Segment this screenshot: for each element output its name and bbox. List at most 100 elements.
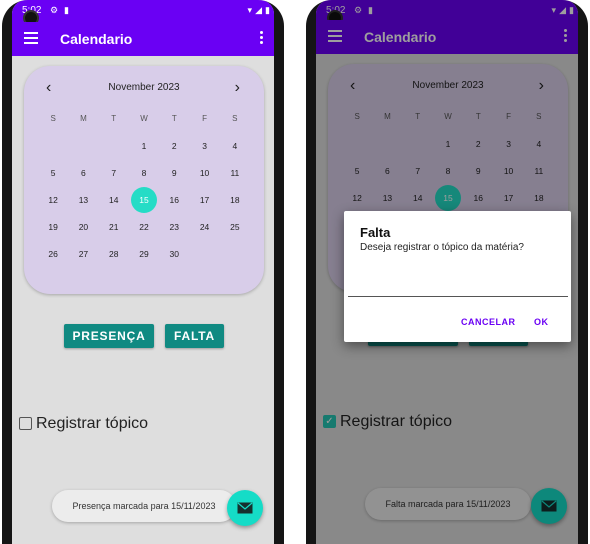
email-icon xyxy=(237,502,253,514)
calendar-day[interactable]: 6 xyxy=(68,159,98,186)
calendar-empty-cell xyxy=(189,240,219,267)
calendar: ‹ November 2023 › SMTWTFS 1 2 3 4 5 6 7 8 9 10 11 1… xyxy=(24,66,264,294)
falta-dialog: Falta Deseja registrar o tópico da matér… xyxy=(344,211,571,342)
calendar-day[interactable]: 1 xyxy=(129,132,159,159)
calendar-day[interactable]: 2 xyxy=(159,132,189,159)
falta-button[interactable]: FALTA xyxy=(165,324,224,348)
topic-input[interactable] xyxy=(348,296,568,297)
screen-left: 5:02 ⚙ ▮ ▾ ◢ ▮ Calendario ‹ November 202… xyxy=(12,0,274,544)
calendar-empty-cell xyxy=(38,132,68,159)
registrar-topico-checkbox[interactable] xyxy=(19,417,32,430)
day-number: 16 xyxy=(169,194,180,205)
calendar-day[interactable]: 17 xyxy=(189,186,219,213)
weekday-label: S xyxy=(232,114,238,123)
calendar-day[interactable]: 27 xyxy=(68,240,98,267)
day-number: 8 xyxy=(141,167,147,178)
calendar-day[interactable]: 8 xyxy=(129,159,159,186)
calendar-day[interactable]: 21 xyxy=(99,213,129,240)
calendar-day[interactable]: 12 xyxy=(38,186,68,213)
calendar-day[interactable]: 4 xyxy=(220,132,250,159)
calendar-day[interactable]: 24 xyxy=(189,213,219,240)
day-number: 21 xyxy=(108,221,119,232)
weekday-row: SMTWTFS xyxy=(38,114,250,123)
day-number: 1 xyxy=(141,140,147,151)
calendar-day[interactable]: 28 xyxy=(99,240,129,267)
phone-frame-right: 5:02 ⚙ ▮ ▾ ◢ ▮ Calendario ‹ November 202… xyxy=(306,0,588,544)
calendar-day[interactable]: 26 xyxy=(38,240,68,267)
day-number: 12 xyxy=(48,194,58,205)
day-number: 19 xyxy=(48,221,58,232)
email-fab[interactable] xyxy=(227,490,263,526)
cancel-button[interactable]: CANCELAR xyxy=(461,317,516,327)
day-number: 5 xyxy=(50,167,56,178)
presenca-button[interactable]: PRESENÇA xyxy=(64,324,154,348)
phone-frame-left: 5:02 ⚙ ▮ ▾ ◢ ▮ Calendario ‹ November 202… xyxy=(2,0,284,544)
hamburger-icon[interactable] xyxy=(24,32,38,44)
day-number: 2 xyxy=(171,140,177,151)
day-number: 25 xyxy=(230,221,240,232)
sim-status-icon: ▮ xyxy=(64,5,69,15)
wifi-icon: ▾ xyxy=(247,5,252,15)
calendar-day[interactable]: 15 xyxy=(129,186,159,213)
day-number: 28 xyxy=(108,248,119,259)
calendar-day[interactable]: 18 xyxy=(220,186,250,213)
calendar-day[interactable]: 30 xyxy=(159,240,189,267)
day-number: 3 xyxy=(202,140,207,151)
calendar-day[interactable]: 10 xyxy=(189,159,219,186)
day-number: 29 xyxy=(139,248,149,259)
settings-status-icon: ⚙ xyxy=(50,5,59,15)
ok-button[interactable]: OK xyxy=(534,317,549,327)
day-grid: 1234567891011121314151617181920212223242… xyxy=(38,132,250,267)
calendar-empty-cell xyxy=(99,132,129,159)
day-number: 14 xyxy=(108,194,119,205)
weekday-label: T xyxy=(171,114,177,123)
app-bar: Calendario xyxy=(12,22,274,56)
day-number: 24 xyxy=(199,221,210,232)
weekday-label: F xyxy=(202,114,207,123)
toast: Presença marcada para 15/11/2023 xyxy=(52,490,236,522)
dialog-title: Falta xyxy=(360,225,391,240)
day-number: 7 xyxy=(111,167,117,178)
day-number: 11 xyxy=(230,167,240,178)
weekday-label: W xyxy=(140,114,148,123)
chevron-right-icon[interactable]: › xyxy=(235,79,240,97)
day-number: 9 xyxy=(171,167,177,178)
day-number: 18 xyxy=(230,194,240,205)
checkbox-label: Registrar tópico xyxy=(36,415,149,432)
calendar-day[interactable]: 19 xyxy=(38,213,68,240)
calendar-day[interactable]: 9 xyxy=(159,159,189,186)
day-number: 17 xyxy=(199,194,210,205)
calendar-day[interactable]: 22 xyxy=(129,213,159,240)
weekday-label: T xyxy=(111,114,117,123)
dialog-message: Deseja registrar o tópico da matéria? xyxy=(360,242,524,253)
more-vert-icon[interactable] xyxy=(260,31,264,46)
calendar-empty-cell xyxy=(68,132,98,159)
calendar-day[interactable]: 11 xyxy=(220,159,250,186)
calendar-day[interactable]: 7 xyxy=(99,159,129,186)
calendar-day[interactable]: 29 xyxy=(129,240,159,267)
app-title: Calendario xyxy=(60,31,133,47)
day-number: 20 xyxy=(78,221,89,232)
day-number: 27 xyxy=(78,248,89,259)
day-number: 22 xyxy=(139,221,149,232)
calendar-day[interactable]: 20 xyxy=(68,213,98,240)
weekday-label: S xyxy=(50,114,56,123)
day-number: 6 xyxy=(81,167,86,178)
day-number: 10 xyxy=(199,167,210,178)
calendar-day[interactable]: 16 xyxy=(159,186,189,213)
calendar-day[interactable]: 13 xyxy=(68,186,98,213)
day-number: 26 xyxy=(48,248,58,259)
calendar-empty-cell xyxy=(220,240,250,267)
status-bar: 5:02 ⚙ ▮ ▾ ◢ ▮ xyxy=(12,0,274,22)
day-number: 4 xyxy=(232,140,238,151)
signal-icon: ◢ xyxy=(255,5,262,15)
calendar-day[interactable]: 25 xyxy=(220,213,250,240)
calendar-day[interactable]: 3 xyxy=(189,132,219,159)
day-number: 13 xyxy=(78,194,89,205)
calendar-day[interactable]: 5 xyxy=(38,159,68,186)
battery-icon: ▮ xyxy=(265,5,270,15)
calendar-day[interactable]: 14 xyxy=(99,186,129,213)
calendar-day[interactable]: 23 xyxy=(159,213,189,240)
screen-right: 5:02 ⚙ ▮ ▾ ◢ ▮ Calendario ‹ November 202… xyxy=(316,0,578,544)
day-number: 15 xyxy=(130,186,157,213)
